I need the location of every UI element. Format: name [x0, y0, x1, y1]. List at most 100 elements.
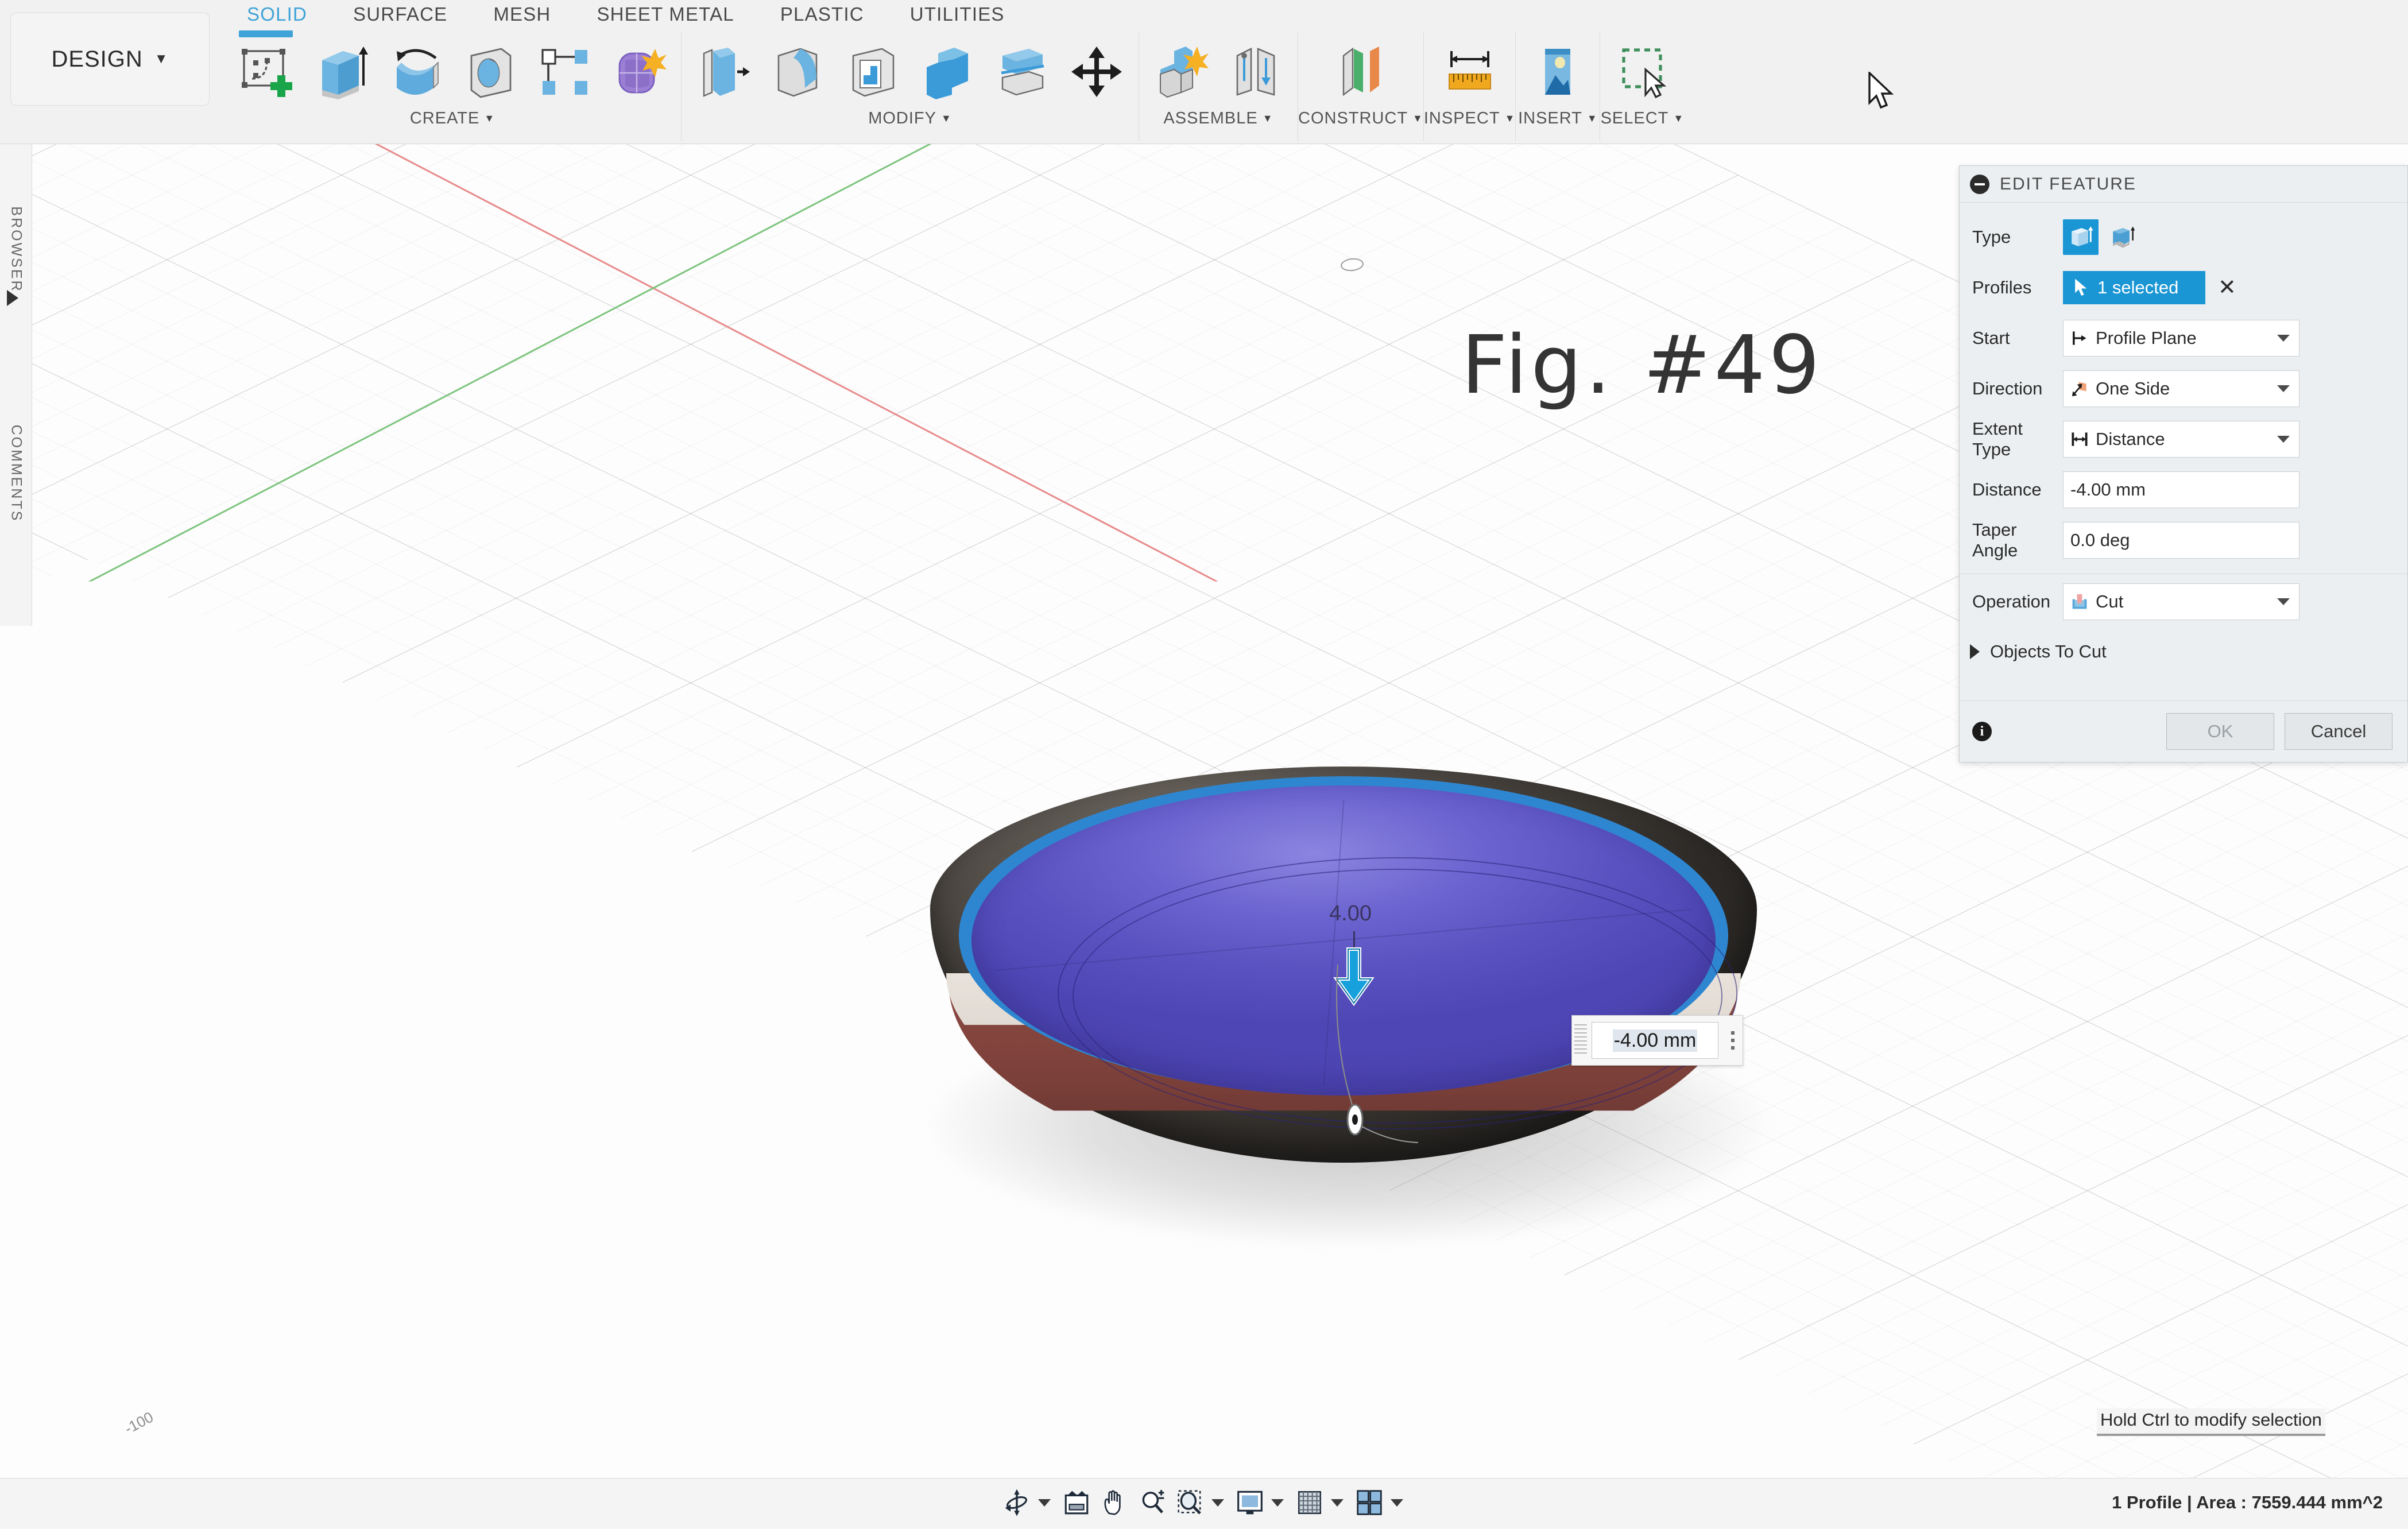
ribbon-group-insert-label[interactable]: INSERT ▼: [1518, 109, 1598, 128]
ribbon-group-construct-label[interactable]: CONSTRUCT ▼: [1298, 109, 1423, 128]
split-body-button[interactable]: [985, 34, 1059, 110]
ok-button[interactable]: OK: [2166, 713, 2274, 750]
ribbon-group-inspect-label[interactable]: INSPECT ▼: [1424, 109, 1516, 128]
pan-button[interactable]: [1097, 1481, 1132, 1524]
start-dropdown[interactable]: Profile Plane: [2063, 320, 2299, 357]
ribbon-toolbar: DESIGN ▼ SOLID SURFACE MESH SHEET METAL …: [0, 0, 2408, 144]
insert-image-button[interactable]: [1520, 34, 1595, 110]
tab-plastic[interactable]: PLASTIC: [757, 0, 887, 34]
extrude-profile-button[interactable]: [2063, 219, 2099, 255]
start-label: Start: [1972, 328, 2063, 349]
grid-snap-dropdown-caret-icon[interactable]: [1331, 1499, 1344, 1507]
extrude-button[interactable]: [303, 34, 378, 110]
info-icon[interactable]: i: [1972, 722, 1992, 741]
tab-sheet-metal[interactable]: SHEET METAL: [574, 0, 757, 34]
ribbon-group-select-label[interactable]: SELECT ▼: [1601, 109, 1685, 128]
ribbon-group-create-label[interactable]: CREATE ▼: [410, 109, 495, 128]
revolve-button[interactable]: [378, 34, 452, 110]
cursor-arrow-icon: [2073, 278, 2089, 297]
combine-icon: [920, 44, 975, 99]
kebab-menu-icon[interactable]: [1723, 1031, 1743, 1050]
revolve-icon: [388, 44, 443, 99]
extent-type-dropdown[interactable]: Distance: [2063, 421, 2299, 458]
create-sketch-button[interactable]: [229, 34, 303, 110]
viewports-button[interactable]: [1352, 1481, 1387, 1524]
row-extent-type: Extent Type Distance: [1960, 414, 2407, 464]
row-type: Type: [1960, 212, 2407, 262]
ribbon-group-construct: CONSTRUCT ▼: [1298, 32, 1423, 141]
ribbon-group-assemble: ASSEMBLE ▼: [1139, 32, 1298, 141]
profiles-selection-chip[interactable]: 1 selected: [2063, 271, 2205, 304]
extent-type-label: Extent Type: [1972, 419, 2063, 460]
display-settings-dropdown-caret-icon[interactable]: [1271, 1499, 1284, 1507]
look-at-button[interactable]: [1059, 1481, 1094, 1524]
chevron-down-icon: ▼: [484, 113, 495, 125]
display-settings-button[interactable]: [1232, 1481, 1268, 1524]
navigation-toolbar: [999, 1481, 1409, 1524]
tab-surface[interactable]: SURFACE: [330, 0, 470, 34]
combine-button[interactable]: [910, 34, 985, 110]
ribbon-group-inspect: INSPECT ▼: [1423, 32, 1516, 141]
distance-input[interactable]: -4.00 mm: [2063, 471, 2299, 508]
measure-button[interactable]: [1433, 34, 1507, 110]
manipulator-arrow-icon[interactable]: [1333, 945, 1375, 1008]
joint-button[interactable]: [1218, 34, 1293, 110]
zoom-window-button[interactable]: [1172, 1481, 1208, 1524]
ribbon-group-assemble-label[interactable]: ASSEMBLE ▼: [1163, 109, 1273, 128]
shell-button[interactable]: [835, 34, 910, 110]
pattern-button[interactable]: [527, 34, 602, 110]
viewports-dropdown-caret-icon[interactable]: [1391, 1499, 1403, 1507]
direction-dropdown[interactable]: One Side: [2063, 370, 2299, 407]
move-copy-button[interactable]: [1059, 34, 1134, 110]
cancel-button[interactable]: Cancel: [2285, 713, 2392, 750]
orbit-icon: [1002, 1488, 1031, 1517]
tab-mesh-label: MESH: [493, 3, 551, 25]
new-component-icon: [1153, 44, 1209, 99]
orbit-button[interactable]: [999, 1481, 1035, 1524]
drag-handle-icon[interactable]: [1574, 1024, 1587, 1056]
close-x-icon[interactable]: ✕: [2218, 277, 2236, 299]
mouse-cursor-icon: [1867, 72, 1897, 112]
dimension-edit-box[interactable]: -4.00 mm: [1571, 1015, 1743, 1066]
form-button[interactable]: [602, 34, 676, 110]
figure-title: Fig. #49: [1461, 319, 1824, 412]
extent-type-value: Distance: [2096, 429, 2165, 450]
operation-dropdown[interactable]: Cut: [2063, 583, 2299, 620]
fillet-button[interactable]: [761, 34, 835, 110]
zoom-button[interactable]: [1135, 1481, 1170, 1524]
objects-to-cut-expander[interactable]: Objects To Cut: [1960, 629, 2407, 674]
manipulator-distance-label: 4.00: [1329, 901, 1372, 926]
chevron-down-icon: ▼: [1263, 113, 1273, 125]
tab-solid[interactable]: SOLID: [224, 0, 330, 34]
ribbon-group-insert: INSERT ▼: [1515, 32, 1600, 141]
select-window-button[interactable]: [1605, 34, 1679, 110]
press-pull-button[interactable]: [686, 34, 761, 110]
grid-snap-button[interactable]: [1292, 1481, 1327, 1524]
dimension-input[interactable]: -4.00 mm: [1592, 1022, 1718, 1059]
ribbon-group-modify-label[interactable]: MODIFY ▼: [868, 109, 952, 128]
sidebar-item-comments[interactable]: COMMENTS: [7, 425, 24, 522]
taper-angle-input[interactable]: 0.0 deg: [2063, 522, 2299, 559]
create-sketch-icon: [238, 44, 293, 99]
edit-feature-footer: i OK Cancel: [1960, 700, 2407, 762]
zoom-window-dropdown-caret-icon[interactable]: [1211, 1499, 1224, 1507]
ribbon-group-modify: MODIFY ▼: [681, 32, 1139, 141]
new-component-button[interactable]: [1144, 34, 1218, 110]
offset-plane-button[interactable]: [1323, 34, 1398, 110]
direction-label: Direction: [1972, 378, 2063, 399]
select-window-icon: [1615, 44, 1670, 99]
pattern-icon: [537, 44, 592, 99]
edit-feature-header: EDIT FEATURE: [1960, 166, 2407, 203]
distance-label: Distance: [1972, 479, 2063, 500]
extrude-edge-button[interactable]: [2104, 219, 2140, 255]
ribbon-groups: CREATE ▼: [224, 32, 1684, 141]
collapse-icon[interactable]: [1970, 175, 1989, 194]
tab-mesh[interactable]: MESH: [470, 0, 574, 34]
tab-utilities[interactable]: UTILITIES: [887, 0, 1028, 34]
sidebar-item-browser[interactable]: BROWSER: [7, 206, 24, 292]
shell-icon: [845, 44, 900, 99]
orbit-dropdown-caret-icon[interactable]: [1038, 1499, 1051, 1507]
distance-value: -4.00 mm: [2070, 479, 2146, 500]
sweep-button[interactable]: [452, 34, 527, 110]
workspace-switcher-button[interactable]: DESIGN ▼: [10, 13, 210, 106]
